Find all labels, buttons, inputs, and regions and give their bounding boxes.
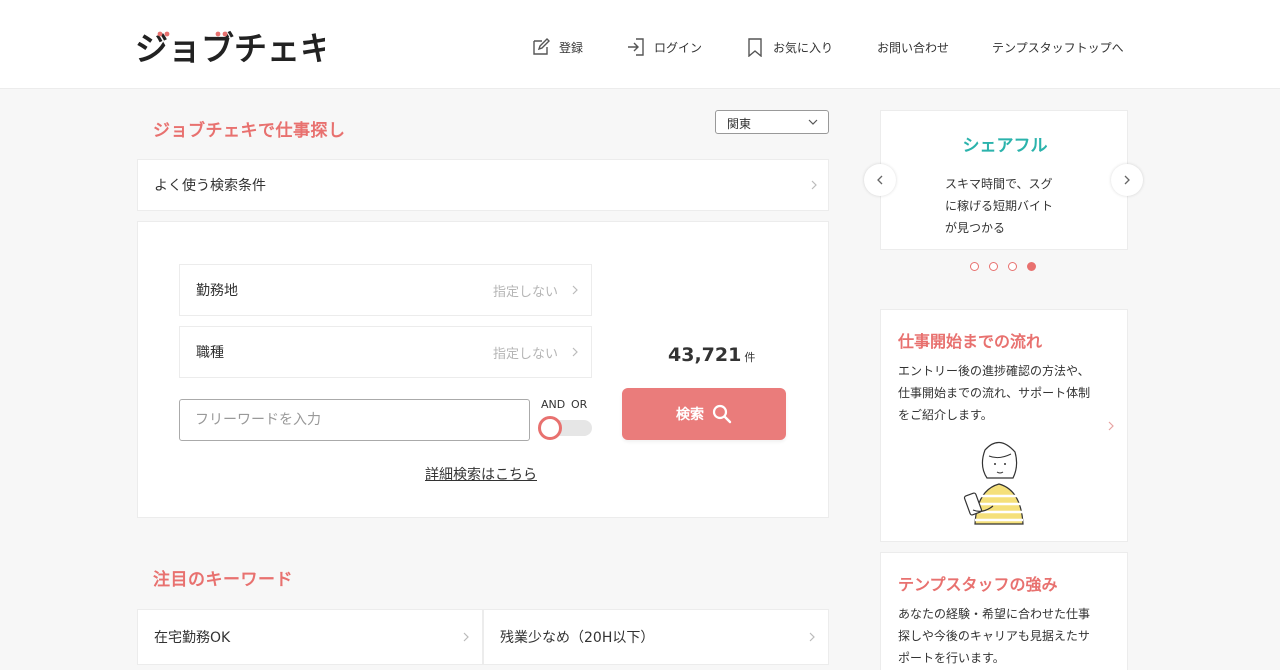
strengths-card-desc-line: 探しや今後のキャリアも見据えたサ: [898, 629, 1090, 643]
woman-with-phone-illustration: [963, 441, 1024, 525]
flow-card[interactable]: 仕事開始までの流れ エントリー後の進捗確認の方法や、 仕事開始までの流れ、サポー…: [880, 309, 1128, 542]
frequent-conditions-link[interactable]: よく使う検索条件: [137, 159, 829, 211]
search-button[interactable]: 検索: [622, 388, 786, 440]
site-header: ジョブチェキ 登録 ログイン お気に入り お問い合わせ テンプスタッフトップへ: [0, 0, 1280, 89]
chevron-right-icon: [809, 632, 815, 642]
keyword-item[interactable]: 在宅勤務OK: [137, 609, 483, 665]
logo-mark: ジョブチェキ: [135, 29, 325, 68]
strengths-card-desc: あなたの経験・希望に合わせた仕事 探しや今後のキャリアも見据えたサ ポートを行い…: [898, 603, 1103, 669]
field-location-value: 指定しない: [492, 284, 558, 300]
field-job-type[interactable]: 職種 指定しない: [179, 326, 592, 378]
search-section-title: ジョブチェキで仕事探し: [153, 121, 346, 141]
strengths-card-desc-line: ポートを行います。: [898, 651, 1005, 665]
chevron-down-icon: [808, 119, 818, 125]
nav-tempstaff-top[interactable]: テンプスタッフトップへ: [992, 36, 1124, 58]
keyword-item[interactable]: 残業少なめ（20H以下）: [483, 609, 829, 665]
toggle-knob: [538, 416, 562, 440]
slider-dot[interactable]: [989, 262, 998, 271]
search-icon: [712, 404, 732, 424]
edit-icon: [533, 38, 550, 55]
region-select-value: 関東: [727, 117, 752, 131]
strengths-card-desc-line: あなたの経験・希望に合わせた仕事: [898, 607, 1091, 621]
freeword-input[interactable]: [179, 399, 530, 441]
keyword-item-label: 残業少なめ（20H以下）: [500, 630, 655, 646]
result-count-value: 43,721: [668, 344, 742, 366]
chevron-right-icon: [463, 632, 469, 642]
search-button-label: 検索: [676, 407, 704, 423]
flow-card-desc: エントリー後の進捗確認の方法や、 仕事開始までの流れ、サポート体制 をご紹介しま…: [898, 360, 1103, 426]
and-or-toggle[interactable]: [538, 416, 592, 440]
slider-next-button[interactable]: [1111, 164, 1143, 196]
flow-card-desc-line: エントリー後の進捗確認の方法や、: [898, 364, 1090, 378]
chevron-left-icon: [877, 175, 883, 185]
result-count: 43,721 件: [668, 344, 755, 366]
chevron-right-icon: [572, 347, 578, 357]
flow-card-desc-line: をご紹介します。: [898, 408, 993, 422]
slider-text-line: が見つかる: [945, 221, 1006, 235]
keyword-item-label: 在宅勤務OK: [154, 630, 231, 646]
logo-text: ジョブチェキ: [135, 29, 325, 68]
region-select[interactable]: 関東: [715, 110, 829, 134]
slider-dot[interactable]: [1008, 262, 1017, 271]
bookmark-icon: [748, 38, 762, 57]
nav-favorites[interactable]: お気に入り: [745, 36, 833, 58]
chevron-right-icon: [572, 285, 578, 295]
nav-login[interactable]: ログイン: [626, 36, 702, 58]
field-job-type-value: 指定しない: [492, 346, 558, 362]
nav-register-label: 登録: [559, 40, 584, 55]
keywords-section-title: 注目のキーワード: [153, 570, 293, 590]
field-job-type-label: 職種: [196, 345, 224, 361]
nav-tempstaff-top-label: テンプスタッフトップへ: [992, 40, 1124, 55]
slider-text-line: に稼げる短期バイト: [945, 199, 1054, 213]
chevron-right-icon: [1124, 175, 1130, 185]
or-label: OR: [571, 398, 588, 411]
result-count-unit: 件: [744, 351, 756, 364]
chevron-right-icon: [1108, 421, 1114, 431]
nav-contact[interactable]: お問い合わせ: [877, 36, 949, 58]
strengths-card-title: テンプスタッフの強み: [898, 575, 1058, 594]
field-location[interactable]: 勤務地 指定しない: [179, 264, 592, 316]
detail-search-link[interactable]: 詳細検索はこちら: [425, 464, 537, 484]
nav-contact-label: お問い合わせ: [877, 40, 950, 55]
slider-text: スキマ時間で、スグ に稼げる短期バイト が見つかる: [945, 173, 1075, 239]
slider-dot-active[interactable]: [1027, 262, 1036, 271]
and-label: AND: [541, 398, 566, 411]
slider-title: シェアフル: [962, 136, 1048, 156]
frequent-conditions-label: よく使う検索条件: [154, 178, 266, 194]
login-icon: [628, 38, 644, 56]
slider-prev-button[interactable]: [864, 164, 896, 196]
nav-register[interactable]: 登録: [531, 36, 583, 58]
field-location-label: 勤務地: [196, 283, 238, 299]
slider-dots: [970, 262, 1036, 271]
nav-login-label: ログイン: [654, 40, 703, 55]
flow-card-title: 仕事開始までの流れ: [898, 332, 1043, 351]
slider-text-line: スキマ時間で、スグ: [945, 177, 1053, 191]
flow-card-desc-line: 仕事開始までの流れ、サポート体制: [898, 386, 1091, 400]
promo-slider[interactable]: シェアフル スキマ時間で、スグ に稼げる短期バイト が見つかる: [880, 110, 1128, 250]
slider-dot[interactable]: [970, 262, 979, 271]
site-logo[interactable]: ジョブチェキ: [135, 26, 325, 68]
nav-favorites-label: お気に入り: [773, 40, 834, 55]
chevron-right-icon: [811, 180, 817, 190]
strengths-card[interactable]: テンプスタッフの強み あなたの経験・希望に合わせた仕事 探しや今後のキャリアも見…: [880, 552, 1128, 670]
